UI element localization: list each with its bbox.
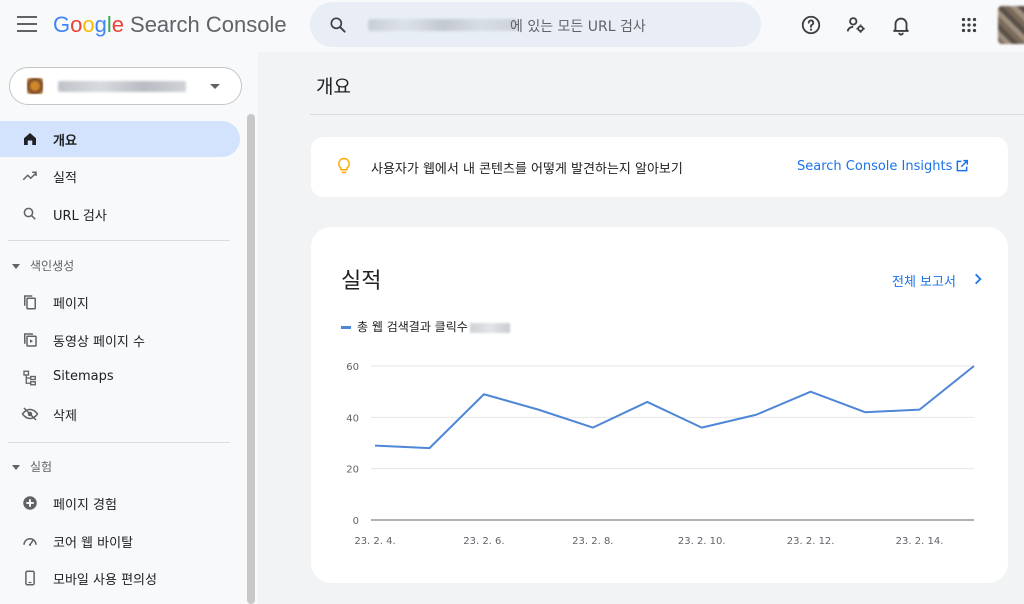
y-tick-label: 60 xyxy=(346,362,359,373)
trending-up-icon xyxy=(22,171,37,181)
search-icon xyxy=(23,207,36,220)
y-tick-label: 0 xyxy=(353,516,359,527)
pages-icon xyxy=(24,295,36,310)
sidebar-item-url-inspection[interactable]: URL 검사 xyxy=(0,196,240,232)
section-experience[interactable]: 실험 xyxy=(12,458,52,475)
sidebar-item-core-web-vitals[interactable]: 코어 웹 바이탈 xyxy=(0,523,240,559)
data-point[interactable] xyxy=(589,424,597,432)
data-point[interactable] xyxy=(752,411,760,419)
x-tick-label: 23. 2. 6. xyxy=(463,536,504,547)
insights-card: 사용자가 웹에서 내 콘텐츠를 어떻게 발견하는지 알아보기 Search Co… xyxy=(311,137,1008,197)
data-point[interactable] xyxy=(480,390,488,398)
video-pages-icon xyxy=(24,333,37,347)
divider xyxy=(8,442,230,443)
search-placeholder: 에 있는 모든 URL 검사 xyxy=(510,19,646,35)
home-icon xyxy=(24,133,36,145)
removal-icon xyxy=(21,407,39,421)
data-point[interactable] xyxy=(861,408,869,416)
sidebar-item-mobile-usability[interactable]: 모바일 사용 편의성 xyxy=(0,560,240,596)
data-point[interactable] xyxy=(916,406,924,414)
page-experience-icon xyxy=(23,496,37,510)
lightbulb-icon xyxy=(338,157,350,174)
caret-down-icon xyxy=(12,264,20,269)
product-name: Search Console xyxy=(130,12,287,37)
divider xyxy=(8,240,230,241)
sidebar: 개요 실적 URL 검사 색인생성 페이지 동영상 페이지 수 Sitemaps… xyxy=(0,52,258,604)
y-tick-label: 20 xyxy=(346,465,359,476)
data-point[interactable] xyxy=(698,424,706,432)
data-point[interactable] xyxy=(970,362,978,370)
sidebar-item-video-pages[interactable]: 동영상 페이지 수 xyxy=(0,322,240,358)
clicks-line-chart: 0 20 40 60 23. 2. 4. 23. 2. 6. 23. 2. 8. 23. 2… xyxy=(346,362,978,547)
sidebar-scrollbar[interactable] xyxy=(247,114,255,604)
search-icon xyxy=(330,17,346,33)
data-point[interactable] xyxy=(425,444,433,452)
user-settings-icon[interactable] xyxy=(845,14,867,36)
help-icon[interactable] xyxy=(800,14,822,36)
url-inspection-search[interactable]: 에 있는 모든 URL 검사 xyxy=(310,2,761,47)
chevron-down-icon xyxy=(210,84,220,89)
divider xyxy=(310,114,1024,115)
bell-icon[interactable] xyxy=(890,14,912,36)
insights-text: 사용자가 웹에서 내 콘텐츠를 어떻게 발견하는지 알아보기 xyxy=(371,162,683,177)
avatar[interactable] xyxy=(998,6,1024,44)
sidebar-item-sitemaps[interactable]: Sitemaps xyxy=(0,360,240,396)
menu-icon[interactable] xyxy=(17,16,37,32)
mobile-icon xyxy=(25,570,35,586)
sidebar-item-page-experience[interactable]: 페이지 경험 xyxy=(0,485,240,521)
apps-grid-icon[interactable] xyxy=(958,14,980,36)
section-indexing[interactable]: 색인생성 xyxy=(12,257,74,274)
data-point[interactable] xyxy=(534,406,542,414)
top-app-bar: Google Search Console 에 있는 모든 URL 검사 xyxy=(0,0,1024,52)
open-in-new-icon[interactable] xyxy=(954,158,970,174)
speedometer-icon xyxy=(23,538,37,546)
product-logo[interactable]: Google Search Console xyxy=(53,12,287,38)
x-tick-label: 23. 2. 10. xyxy=(678,536,726,547)
sidebar-item-performance[interactable]: 실적 xyxy=(0,158,240,194)
data-point[interactable] xyxy=(807,388,815,396)
blurred-property-name xyxy=(58,81,186,92)
page-title: 개요 xyxy=(316,76,351,98)
blurred-property-domain xyxy=(368,19,518,31)
x-tick-label: 23. 2. 8. xyxy=(572,536,613,547)
series-line-clicks[interactable] xyxy=(374,365,975,450)
property-selector[interactable] xyxy=(9,67,242,105)
sitemap-icon xyxy=(23,370,36,386)
sidebar-item-removals[interactable]: 삭제 xyxy=(0,396,240,432)
x-tick-label: 23. 2. 14. xyxy=(896,536,944,547)
performance-card: 실적 전체 보고서 총 웹 검색결과 클릭수 0 20 40 60 23. 2. 4.… xyxy=(311,227,1008,583)
x-tick-label: 23. 2. 12. xyxy=(787,536,835,547)
caret-down-icon xyxy=(12,465,20,470)
data-point[interactable] xyxy=(371,442,379,450)
property-favicon xyxy=(27,78,43,94)
insights-link[interactable]: Search Console Insights xyxy=(797,159,952,174)
x-tick-label: 23. 2. 4. xyxy=(354,536,395,547)
y-tick-label: 40 xyxy=(346,413,359,424)
data-point[interactable] xyxy=(643,398,651,406)
sidebar-item-pages[interactable]: 페이지 xyxy=(0,284,240,320)
sidebar-item-overview[interactable]: 개요 xyxy=(0,121,240,157)
